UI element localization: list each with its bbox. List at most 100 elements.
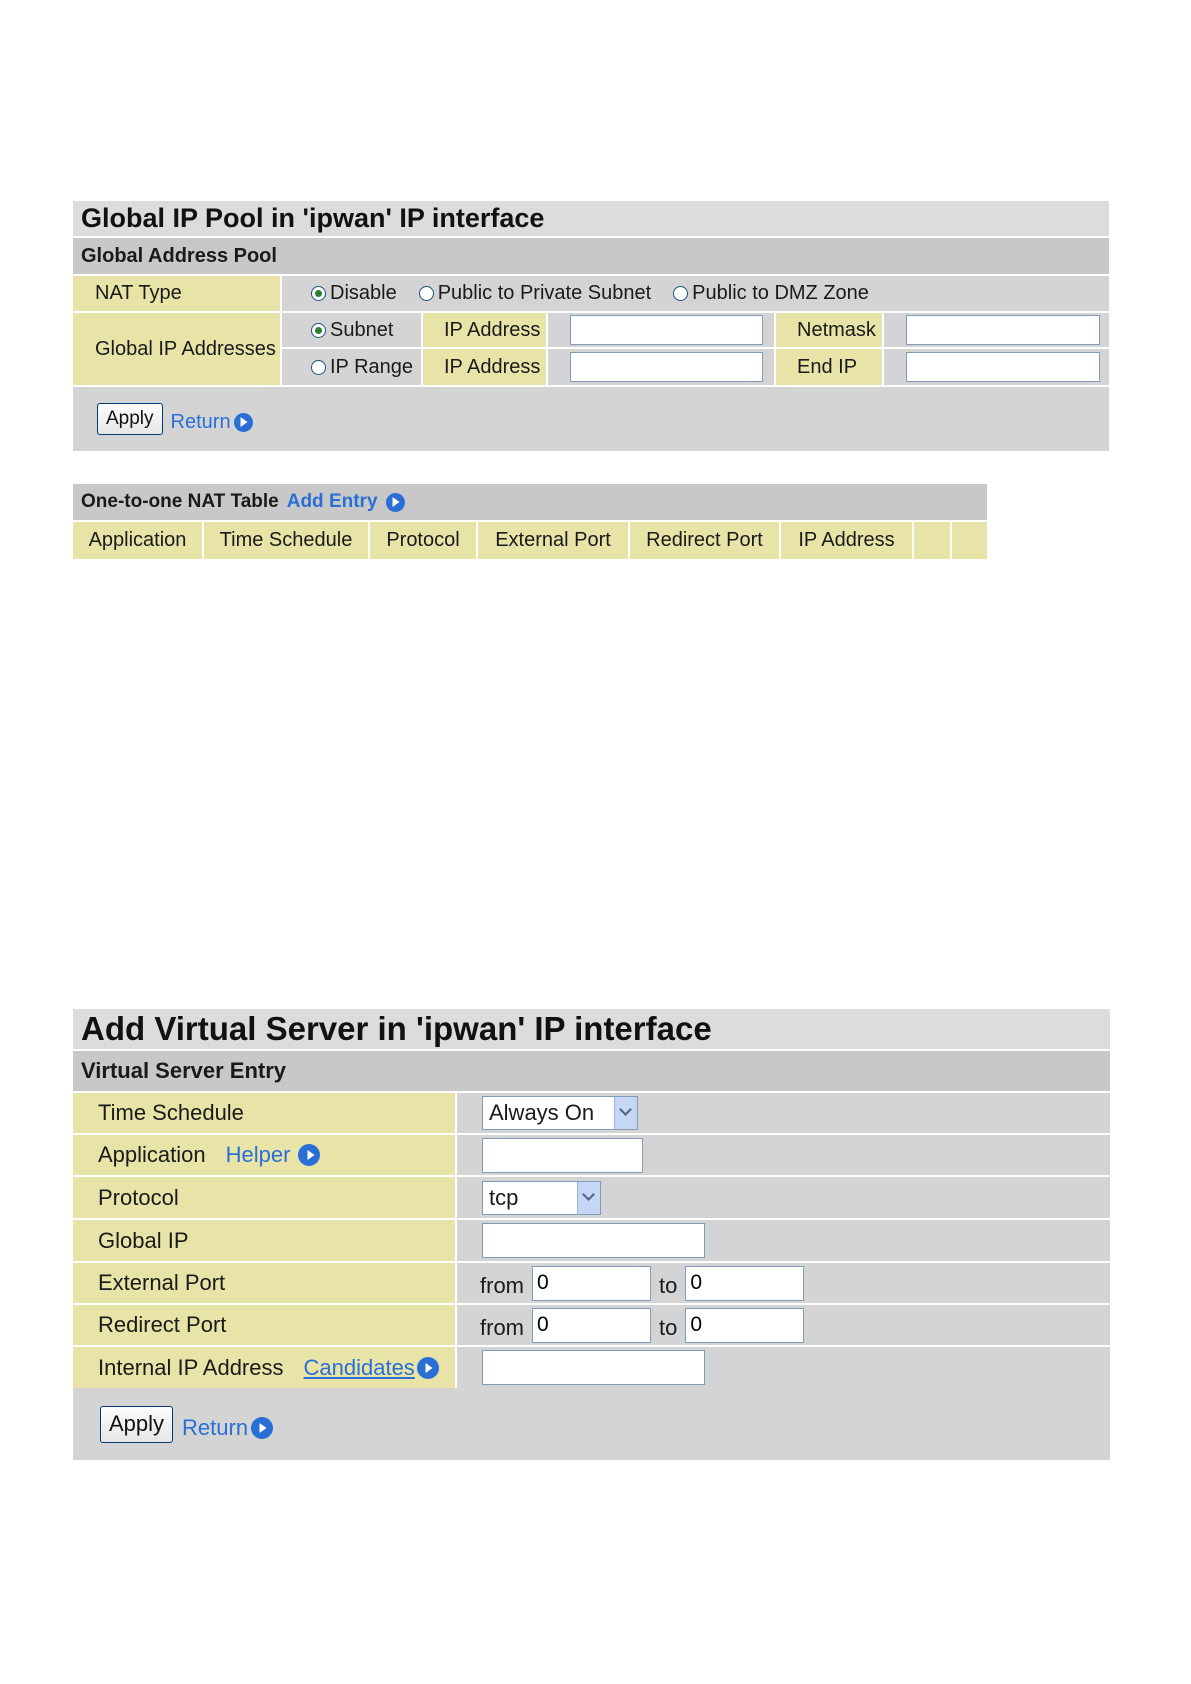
vserver-title: Add Virtual Server in 'ipwan' IP interfa… <box>73 1009 1110 1051</box>
subnet-ip-input[interactable] <box>570 315 763 346</box>
nat-option-disable[interactable]: Disable <box>311 282 397 305</box>
internal-ip-label-cell: Internal IP Address Candidates <box>73 1347 457 1388</box>
pool-title: Global IP Pool in 'ipwan' IP interface <box>73 201 1109 238</box>
application-label: Application <box>98 1142 206 1167</box>
protocol-row: Protocol tcp <box>73 1177 1110 1220</box>
global-ip-cell <box>457 1220 1110 1261</box>
application-input[interactable] <box>482 1137 643 1173</box>
radio-public-dmz[interactable] <box>673 286 689 301</box>
range-ip-input[interactable] <box>570 352 763 383</box>
candidates-link[interactable]: Candidates <box>304 1355 439 1381</box>
global-ip-fields: Subnet IP Address Netmask IP Range IP Ad… <box>282 313 1109 385</box>
protocol-cell: tcp <box>457 1177 1110 1218</box>
end-ip-label: End IP <box>776 349 884 385</box>
vs-global-ip-label: Global IP <box>73 1220 457 1261</box>
nat-type-row: NAT Type Disable Public to Private Subne… <box>73 276 1109 313</box>
redirect-port-row: Redirect Port from to <box>73 1305 1110 1347</box>
chevron-down-icon[interactable] <box>577 1181 600 1214</box>
pool-return-link[interactable]: Return <box>171 411 253 434</box>
col-external-port: External Port <box>478 522 630 559</box>
ip-range-cell: IP Range <box>282 349 423 385</box>
radio-subnet[interactable] <box>311 322 326 338</box>
protocol-select[interactable]: tcp <box>482 1180 601 1215</box>
nat-type-options: Disable Public to Private Subnet Public … <box>282 276 1109 311</box>
redirect-port-cell: from to <box>457 1305 1110 1345</box>
internal-ip-cell <box>457 1347 1110 1388</box>
global-ip-row: Global IP <box>73 1220 1110 1263</box>
add-entry-arrow-icon <box>385 492 405 512</box>
ip-range-row: IP Range IP Address End IP <box>282 349 1109 385</box>
col-redirect-port: Redirect Port <box>630 522 781 559</box>
col-blank-1 <box>914 522 952 559</box>
add-entry-link[interactable]: Add Entry <box>287 491 405 513</box>
external-port-row: External Port from to <box>73 1263 1110 1305</box>
subnet-row: Subnet IP Address Netmask <box>282 313 1109 350</box>
netmask-label: Netmask <box>776 313 884 348</box>
subnet-ip-cell <box>548 313 776 348</box>
red-from-label: from <box>480 1315 524 1340</box>
global-ip-pool-panel: Global IP Pool in 'ipwan' IP interface G… <box>73 201 1109 451</box>
protocol-label: Protocol <box>73 1177 457 1218</box>
pool-actions: Apply Return <box>73 387 1109 451</box>
col-blank-2 <box>952 522 987 559</box>
nat-option-public-dmz[interactable]: Public to DMZ Zone <box>673 282 869 305</box>
pool-apply-button[interactable]: Apply <box>97 403 163 435</box>
option-ip-range[interactable]: IP Range <box>311 356 413 379</box>
range-ip-label: IP Address <box>423 349 548 385</box>
vserver-return-link[interactable]: Return <box>182 1415 274 1441</box>
time-schedule-select[interactable]: Always On <box>482 1096 638 1130</box>
col-ip-address: IP Address <box>781 522 914 559</box>
nat-table-columns: Application Time Schedule Protocol Exter… <box>73 522 987 559</box>
global-ip-block: Global IP Addresses Subnet IP Address Ne… <box>73 313 1109 387</box>
internal-ip-label: Internal IP Address <box>98 1354 284 1380</box>
end-ip-input[interactable] <box>906 352 1100 383</box>
ext-from-label: from <box>480 1273 524 1298</box>
time-schedule-label: Time Schedule <box>73 1093 457 1133</box>
red-from-input[interactable] <box>532 1307 651 1343</box>
radio-disable[interactable] <box>311 286 326 301</box>
time-schedule-cell: Always On <box>457 1093 1110 1133</box>
redirect-port-label: Redirect Port <box>73 1305 457 1345</box>
col-time-schedule: Time Schedule <box>204 522 370 559</box>
chevron-down-icon[interactable] <box>614 1097 637 1129</box>
col-protocol: Protocol <box>370 522 478 559</box>
global-ip-label: Global IP Addresses <box>73 313 282 385</box>
vserver-actions: Apply Return <box>73 1388 1110 1460</box>
range-ip-cell <box>548 349 776 385</box>
candidates-arrow-icon <box>416 1356 439 1379</box>
netmask-cell <box>884 313 1109 348</box>
global-ip-input[interactable] <box>482 1223 705 1258</box>
netmask-input[interactable] <box>906 315 1100 346</box>
subnet-cell: Subnet <box>282 313 423 348</box>
option-subnet[interactable]: Subnet <box>311 319 393 342</box>
time-schedule-row: Time Schedule Always On <box>73 1093 1110 1135</box>
virtual-server-panel: Add Virtual Server in 'ipwan' IP interfa… <box>73 1009 1110 1460</box>
pool-section-header: Global Address Pool <box>73 238 1109 276</box>
subnet-ip-label: IP Address <box>423 313 548 348</box>
helper-arrow-icon <box>298 1144 321 1166</box>
red-to-label: to <box>659 1315 678 1340</box>
red-to-input[interactable] <box>685 1307 805 1343</box>
vserver-apply-button[interactable]: Apply <box>100 1405 174 1443</box>
ext-to-input[interactable] <box>685 1265 805 1301</box>
radio-ip-range[interactable] <box>311 359 326 375</box>
external-port-label: External Port <box>73 1263 457 1303</box>
nat-option-public-private[interactable]: Public to Private Subnet <box>418 282 651 305</box>
radio-public-private[interactable] <box>418 286 434 301</box>
nat-table-panel: One-to-one NAT Table Add Entry Applicati… <box>73 484 987 559</box>
helper-link[interactable]: Helper <box>226 1142 321 1168</box>
ext-from-input[interactable] <box>532 1265 651 1301</box>
internal-ip-input[interactable] <box>482 1350 705 1385</box>
ext-to-label: to <box>659 1273 678 1298</box>
application-label-cell: Application Helper <box>73 1135 457 1175</box>
return-arrow-icon <box>233 412 253 432</box>
application-cell <box>457 1135 1110 1175</box>
external-port-cell: from to <box>457 1263 1110 1303</box>
return-arrow-icon <box>251 1417 274 1439</box>
internal-ip-row: Internal IP Address Candidates <box>73 1347 1110 1390</box>
end-ip-cell <box>884 349 1109 385</box>
application-row: Application Helper <box>73 1135 1110 1177</box>
nat-table-header: One-to-one NAT Table Add Entry <box>73 484 987 522</box>
col-application: Application <box>73 522 204 559</box>
vserver-section-header: Virtual Server Entry <box>73 1051 1110 1093</box>
